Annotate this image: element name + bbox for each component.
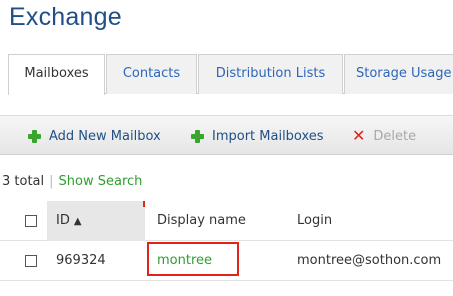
page-title: Exchange: [9, 3, 122, 31]
show-search-link[interactable]: Show Search: [59, 174, 143, 189]
toolbar: Add New Mailbox Import Mailboxes ✕ Delet…: [0, 115, 453, 155]
display-name-header[interactable]: Display name: [157, 201, 246, 241]
id-header[interactable]: ID ▲: [56, 201, 82, 241]
row-checkbox[interactable]: [25, 255, 37, 267]
select-all-checkbox[interactable]: [25, 215, 37, 227]
column-resize-marker: [143, 201, 145, 207]
mailbox-id: 969324: [56, 253, 106, 268]
login-header[interactable]: Login: [297, 201, 332, 241]
mailbox-login: montree@sothon.com: [297, 253, 442, 268]
plus-icon: [191, 129, 204, 143]
results-summary: 3 total | Show Search: [2, 174, 142, 189]
delete-button[interactable]: ✕ Delete: [352, 116, 416, 156]
x-icon: ✕: [352, 126, 366, 145]
delete-label: Delete: [373, 128, 417, 144]
plus-icon: [28, 129, 41, 143]
tab-contacts[interactable]: Contacts: [106, 54, 197, 94]
import-mailboxes-label: Import Mailboxes: [212, 128, 324, 144]
sort-asc-icon: ▲: [73, 216, 82, 227]
id-header-label: ID: [56, 213, 70, 228]
total-count: 3 total: [2, 174, 45, 189]
tab-storage-usage[interactable]: Storage Usage: [344, 54, 453, 94]
import-mailboxes-button[interactable]: Import Mailboxes: [191, 116, 324, 156]
table-header-row: ID ▲ Display name Login: [0, 201, 453, 241]
tab-distribution-lists[interactable]: Distribution Lists: [198, 54, 343, 94]
tab-mailboxes[interactable]: Mailboxes: [8, 54, 105, 95]
separator: |: [49, 174, 54, 189]
highlight-box: [147, 242, 239, 276]
add-mailbox-button[interactable]: Add New Mailbox: [28, 116, 161, 156]
add-mailbox-label: Add New Mailbox: [49, 128, 161, 144]
tab-bar: Mailboxes Contacts Distribution Lists St…: [8, 54, 453, 95]
